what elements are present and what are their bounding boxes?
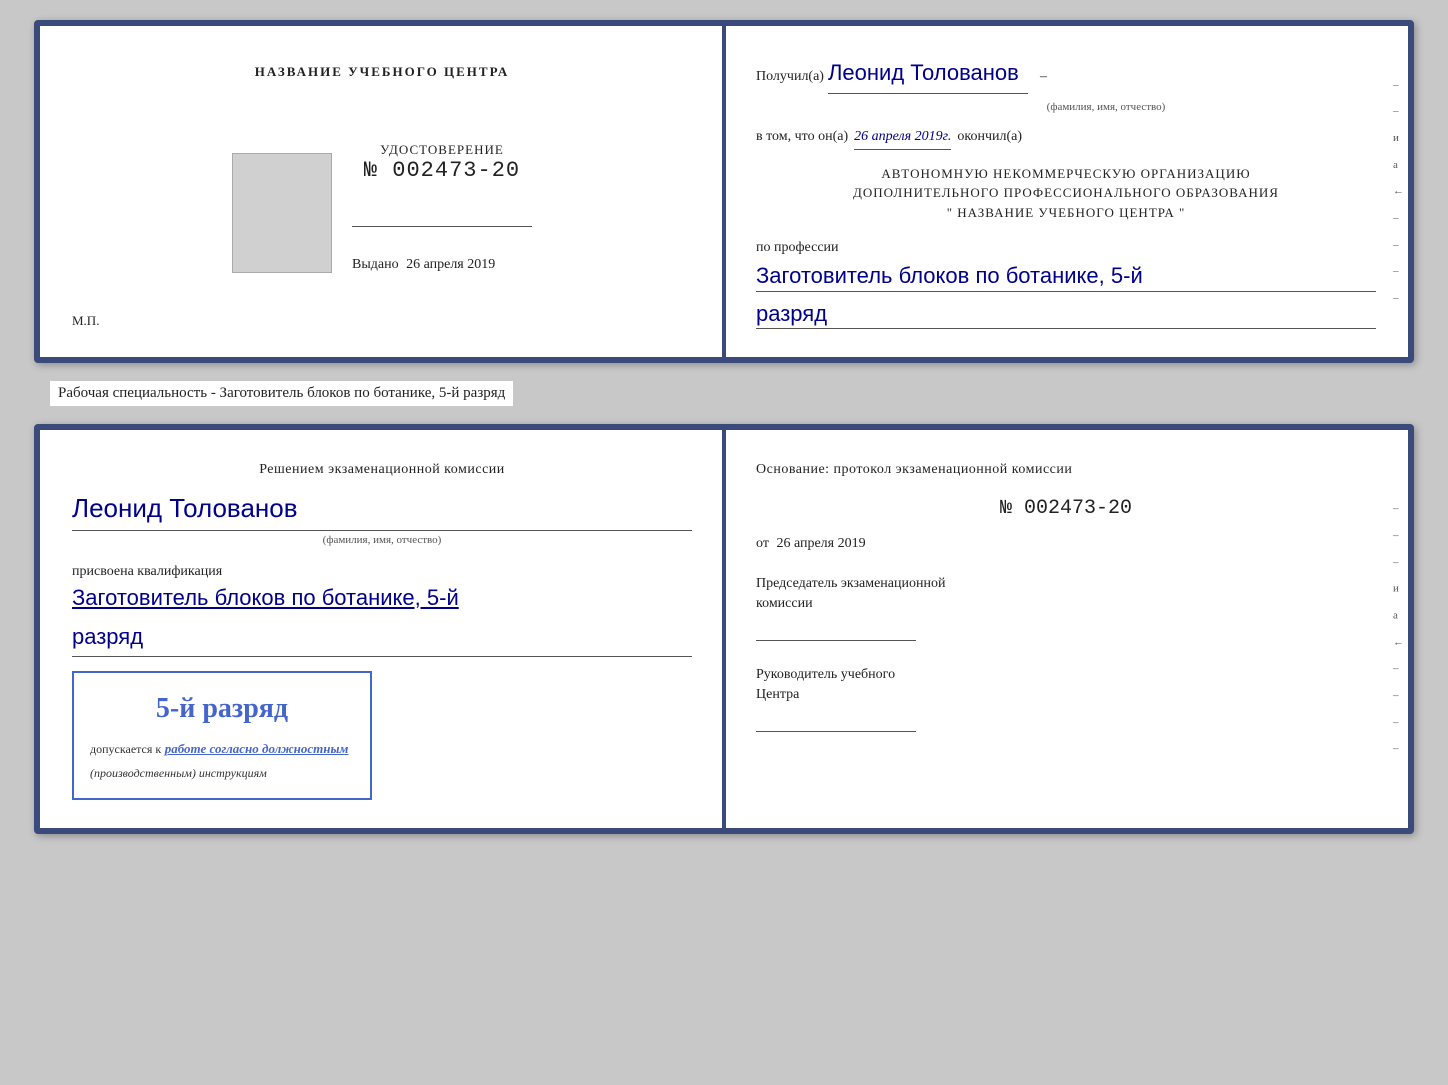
received-prefix: Получил(а) [756, 65, 824, 89]
bottom-fio-label: (фамилия, имя, отчество) [72, 531, 692, 550]
profession-prefix: по профессии [756, 240, 839, 255]
razryad-value: разряд [756, 300, 1376, 330]
stamp-box: 5-й разряд допускается к работе согласно… [72, 671, 372, 800]
bottom-side-marks: – – – и а ← – – – – [1393, 500, 1404, 759]
vtom-suffix: окончил(а) [957, 125, 1022, 149]
photo-cert-row: УДОСТОВЕРЕНИЕ № 002473-20 Выдано 26 апре… [232, 122, 532, 273]
top-fio-label: (фамилия, имя, отчество) [836, 98, 1376, 117]
received-dash: – [1040, 65, 1047, 89]
bottom-doc-right: Основание: протокол экзаменационной коми… [724, 430, 1408, 828]
mp-label: М.П. [72, 313, 99, 329]
top-document: НАЗВАНИЕ УЧЕБНОГО ЦЕНТРА УДОСТОВЕРЕНИЕ №… [34, 20, 1414, 363]
org-line3: " НАЗВАНИЕ УЧЕБНОГО ЦЕНТРА " [756, 203, 1376, 223]
bottom-doc-left: Решением экзаменационной комиссии Леонид… [40, 430, 724, 828]
chairman-signature-line [756, 621, 916, 641]
from-prefix: от [756, 536, 769, 551]
stamp-prefix: допускается к [90, 742, 161, 756]
from-date-value: 26 апреля 2019 [776, 536, 865, 551]
stamp-rank: 5-й разряд [90, 685, 354, 733]
org-line1: АВТОНОМНУЮ НЕКОММЕРЧЕСКУЮ ОРГАНИЗАЦИЮ [756, 164, 1376, 184]
side-marks: – – и а ← – – – – [1393, 76, 1404, 308]
top-left-title: НАЗВАНИЕ УЧЕБНОГО ЦЕНТРА [255, 64, 510, 80]
profession-value: Заготовитель блоков по ботанике, 5-й [756, 262, 1376, 292]
protocol-number: № 002473-20 [756, 492, 1376, 526]
assigned-text: присвоена квалификация [72, 560, 692, 584]
received-line: Получил(а) Леонид Толованов – [756, 54, 1376, 94]
cert-block: УДОСТОВЕРЕНИЕ № 002473-20 [364, 142, 520, 183]
head-signature-line [756, 712, 916, 732]
razryad2: разряд [72, 618, 692, 656]
bottom-document: Решением экзаменационной комиссии Леонид… [34, 424, 1414, 834]
chairman-block: Председатель экзаменационной комиссии [756, 574, 1376, 641]
vtom-line: в том, что он(а) 26 апреля 2019г. окончи… [756, 125, 1376, 150]
decision-line: Решением экзаменационной комиссии [72, 458, 692, 482]
osnov-line: Основание: протокол экзаменационной коми… [756, 458, 1376, 482]
issued-date: 26 апреля 2019 [406, 257, 495, 272]
person-name: Леонид Толованов [72, 486, 692, 531]
org-block: АВТОНОМНУЮ НЕКОММЕРЧЕСКУЮ ОРГАНИЗАЦИЮ ДО… [756, 164, 1376, 223]
top-doc-right: Получил(а) Леонид Толованов – (фамилия, … [724, 26, 1408, 357]
top-doc-left: НАЗВАНИЕ УЧЕБНОГО ЦЕНТРА УДОСТОВЕРЕНИЕ №… [40, 26, 724, 357]
stamp-link: работе согласно должностным [165, 741, 349, 756]
specialty-label: Рабочая специальность - Заготовитель бло… [50, 381, 513, 406]
issued-line: Выдано 26 апреля 2019 [352, 257, 532, 273]
stamp-text: допускается к работе согласно должностны… [90, 738, 354, 786]
received-name: Леонид Толованов [828, 54, 1028, 94]
cert-number: № 002473-20 [364, 158, 520, 183]
head-block: Руководитель учебного Центра [756, 665, 1376, 732]
profession-block: по профессии Заготовитель блоков по бота… [756, 236, 1376, 329]
photo-placeholder [232, 153, 332, 273]
vtom-prefix: в том, что он(а) [756, 125, 848, 149]
cert-label: УДОСТОВЕРЕНИЕ [364, 142, 520, 158]
org-line2: ДОПОЛНИТЕЛЬНОГО ПРОФЕССИОНАЛЬНОГО ОБРАЗО… [756, 183, 1376, 203]
from-date: от 26 апреля 2019 [756, 532, 1376, 556]
vtom-date: 26 апреля 2019г. [854, 125, 951, 150]
cert-info-block: УДОСТОВЕРЕНИЕ № 002473-20 Выдано 26 апре… [352, 122, 532, 273]
qualification: Заготовитель блоков по ботанике, 5-й [72, 584, 692, 613]
issued-label: Выдано [352, 257, 399, 272]
stamp-suffix: (производственным) инструкциям [90, 766, 267, 780]
chairman-label: Председатель экзаменационной комиссии [756, 574, 1376, 613]
head-label: Руководитель учебного Центра [756, 665, 1376, 704]
